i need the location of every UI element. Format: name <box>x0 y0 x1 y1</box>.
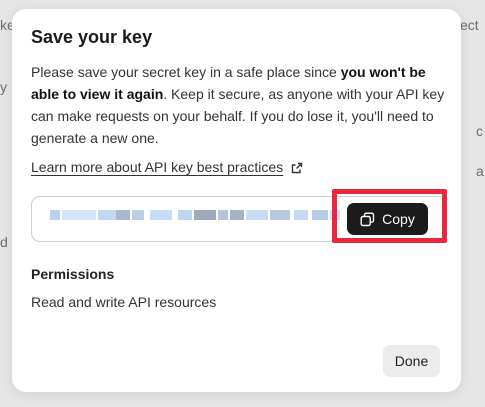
background-text-fragment: c <box>476 123 483 139</box>
copy-button-label: Copy <box>382 211 415 227</box>
background-text-fragment: d <box>0 234 8 250</box>
redacted-key-value <box>50 210 340 230</box>
copy-button[interactable]: Copy <box>347 203 428 235</box>
permissions-heading: Permissions <box>31 266 115 282</box>
permissions-value: Read and write API resources <box>31 294 217 310</box>
background-text-fragment: ect <box>460 17 479 33</box>
background-text-fragment: y <box>0 79 7 95</box>
learn-more-label: Learn more about API key best practices <box>31 159 284 175</box>
learn-more-link[interactable]: Learn more about API key best practices <box>31 159 303 175</box>
copy-icon <box>360 212 375 227</box>
description-text: Please save your secret key in a safe pl… <box>31 64 341 80</box>
external-link-icon <box>291 161 303 174</box>
done-button[interactable]: Done <box>383 345 440 377</box>
background-text-fragment: a <box>476 163 484 179</box>
dialog-title: Save your key <box>31 27 153 47</box>
dialog-description: Please save your secret key in a safe pl… <box>31 61 451 149</box>
save-key-dialog: Save your key Please save your secret ke… <box>12 9 461 392</box>
